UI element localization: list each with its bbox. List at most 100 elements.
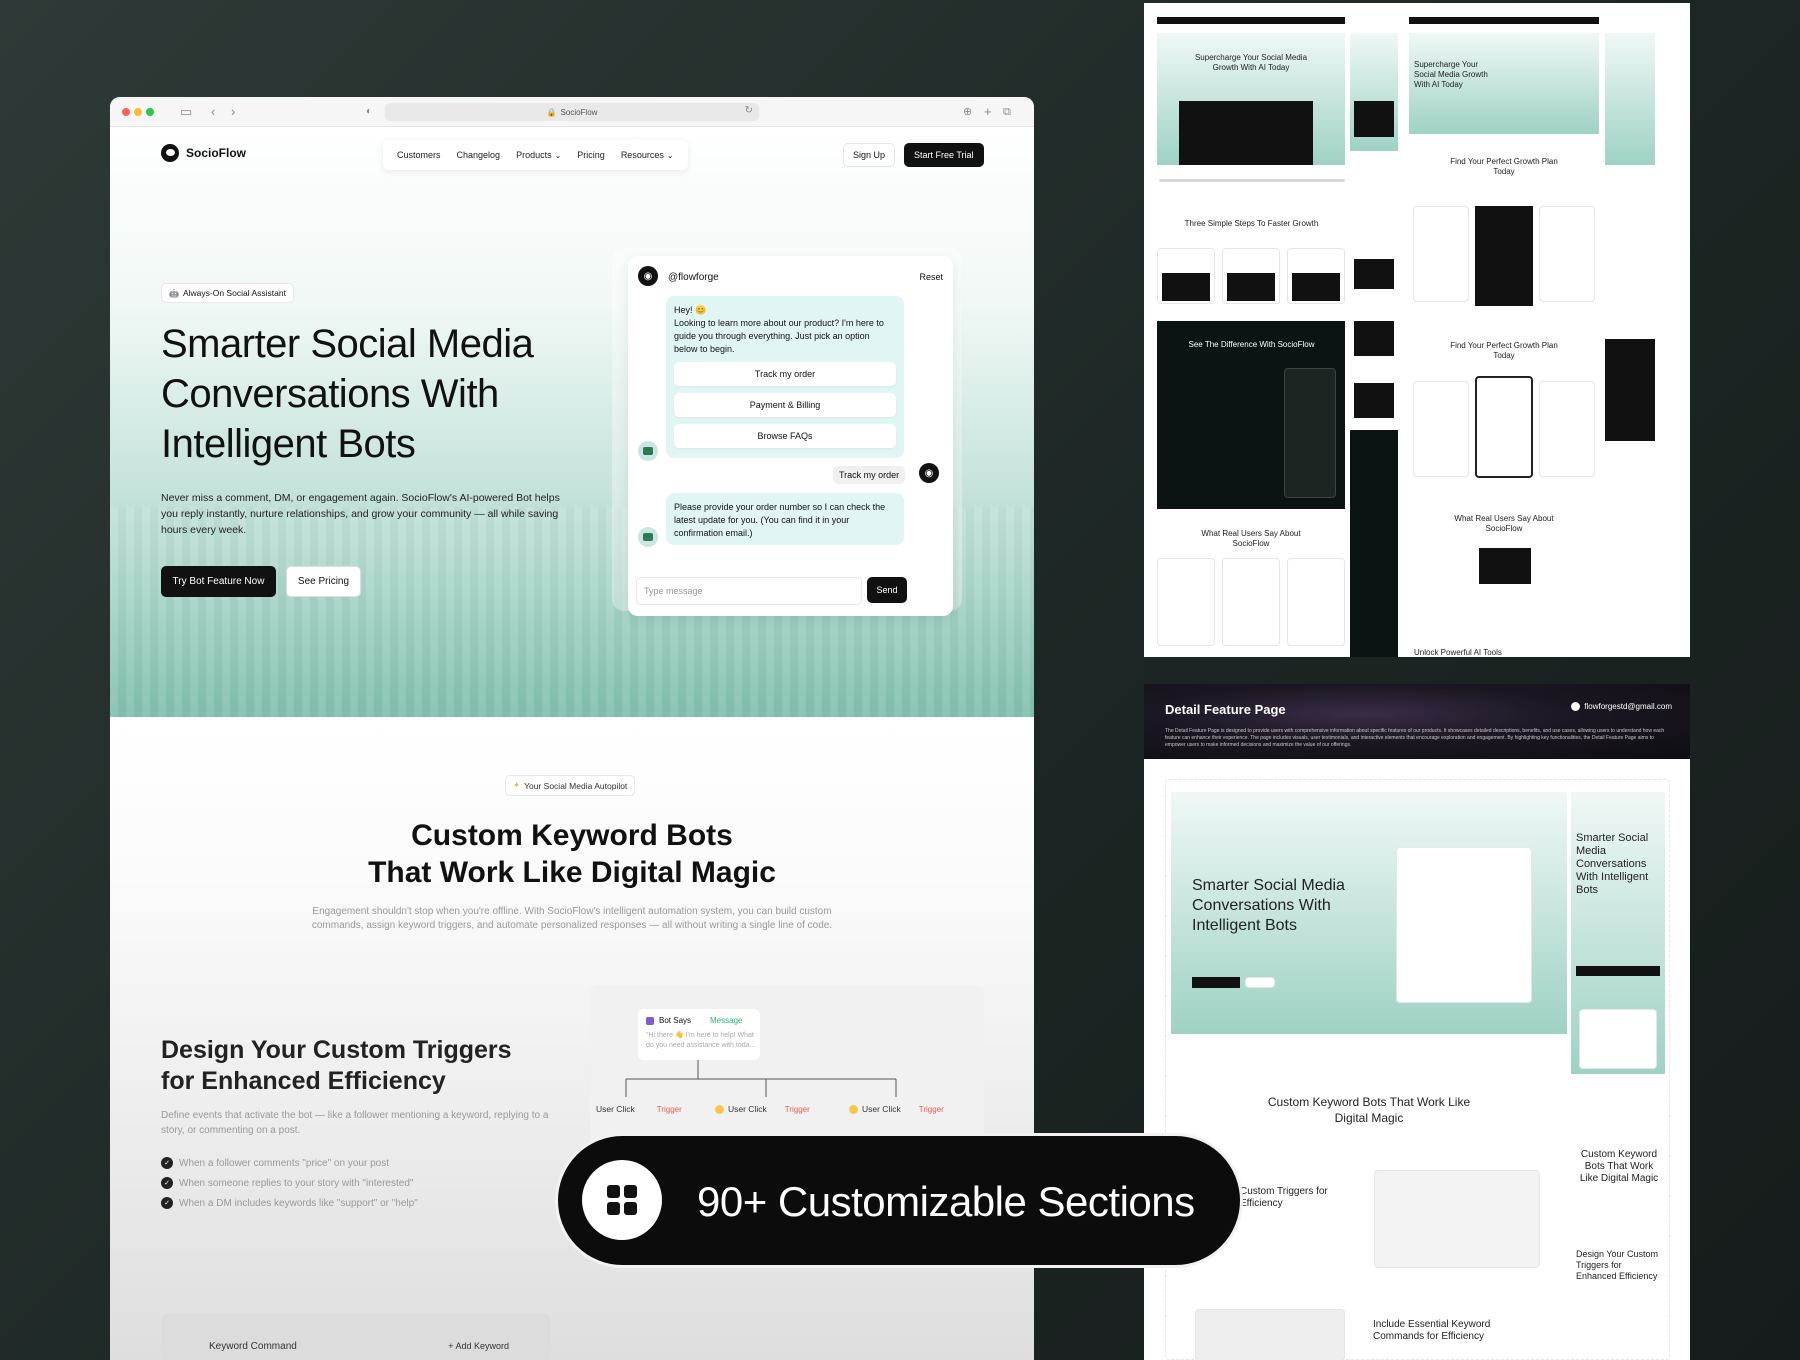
preview-keyword-card: [1195, 1309, 1345, 1360]
try-bot-button[interactable]: Try Bot Feature Now: [161, 566, 276, 597]
close-window-button[interactable]: [122, 108, 130, 116]
nav-link-resources[interactable]: Resources ⌄: [621, 150, 674, 160]
thumb-tools-title: Unlock Powerful AI Tools: [1414, 648, 1502, 657]
maximize-window-button[interactable]: [146, 108, 154, 116]
url-text: SocioFlow: [560, 107, 598, 117]
start-trial-button[interactable]: Start Free Trial: [904, 143, 984, 167]
flow-node[interactable]: User Click Trigger: [849, 1104, 944, 1114]
triggers-description: Define events that activate the bot — li…: [161, 1110, 549, 1136]
comparison-column: [1284, 368, 1336, 498]
chat-widget-frame: ◉ @flowforge Reset Hey! 😊 Looking to lea…: [612, 248, 962, 616]
detail-header: Detail Feature Page flowforgestd@gmail.c…: [1144, 684, 1690, 759]
banner-text: 90+ Customizable Sections: [697, 1178, 1195, 1225]
thumb-steps-title: Three Simple Steps To Faster Growth: [1184, 219, 1319, 228]
logo-icon: [161, 144, 179, 162]
user-avatar: ◉: [919, 463, 939, 483]
chat-reset-button[interactable]: Reset: [919, 272, 943, 282]
user-icon: [715, 1104, 724, 1114]
trigger-tag: Trigger: [918, 1104, 944, 1114]
check-icon: ✓: [161, 1157, 173, 1169]
option-track-order[interactable]: Track my order: [674, 362, 896, 386]
nav-link-products-label: Products: [516, 150, 552, 160]
preview-mobile-triggers: Design Your Custom Triggers for Enhanced…: [1576, 1249, 1659, 1281]
preview-hero-title: Smarter Social Media Conversations With …: [1192, 877, 1345, 934]
autopilot-badge: ✦ Your Social Media Autopilot: [505, 775, 636, 796]
back-icon[interactable]: ‹: [211, 103, 215, 121]
signup-button[interactable]: Sign Up: [843, 143, 896, 167]
grid-icon: [607, 1185, 637, 1215]
testimonial-featured: [1479, 548, 1531, 584]
preview-essential-title: Include Essential Keyword Commands for E…: [1373, 1319, 1491, 1342]
pricing-card: [1539, 206, 1595, 302]
chevron-down-icon: ⌄: [554, 151, 562, 160]
nav-link-pricing[interactable]: Pricing: [577, 150, 605, 160]
thumb-users-title-2: What Real Users Say About SocioFlow: [1454, 514, 1554, 533]
testimonial-card: [1287, 558, 1345, 646]
flow-node-label: User Click: [728, 1104, 767, 1114]
chat-handle: @flowforge: [668, 272, 719, 283]
preview-mobile-kw-title: Custom Keyword Bots That Work Like Digit…: [1579, 1149, 1659, 1184]
nav-logo[interactable]: SocioFlow: [161, 144, 246, 162]
contact-email-text: flowforgestd@gmail.com: [1584, 702, 1672, 711]
lock-icon: 🔒: [546, 107, 557, 117]
contact-email[interactable]: flowforgestd@gmail.com: [1571, 702, 1672, 711]
see-pricing-button[interactable]: See Pricing: [286, 566, 361, 597]
check-item: ✓ When a DM includes keywords like "suppo…: [161, 1197, 418, 1209]
new-tab-icon[interactable]: +: [984, 103, 992, 121]
chat-send-button[interactable]: Send: [867, 577, 907, 603]
flow-connectors: [625, 1060, 897, 1097]
logo-text: SocioFlow: [186, 146, 246, 160]
thumb-users-title: What Real Users Say About SocioFlow: [1201, 529, 1301, 548]
logo-strip: [1159, 179, 1345, 182]
check-item-label: When a DM includes keywords like "suppor…: [179, 1197, 418, 1209]
trigger-tag: Trigger: [784, 1104, 810, 1114]
hero-description: Never miss a comment, DM, or engagement …: [161, 492, 560, 536]
trigger-flow-diagram: Bot Says Message "Hi there 👋 I'm here to…: [590, 985, 984, 1155]
chevron-down-icon: ⌄: [666, 151, 674, 160]
nav-link-customers[interactable]: Customers: [397, 150, 441, 160]
option-browse-faqs[interactable]: Browse FAQs: [674, 424, 896, 448]
tabs-overview-icon[interactable]: ⧉: [1003, 103, 1011, 121]
forward-icon[interactable]: ›: [231, 103, 235, 121]
shield-icon[interactable]: ◐: [366, 103, 372, 121]
thumb-mobile-hero-v2: [1605, 33, 1655, 165]
hero-title: Smarter Social Media Conversations With …: [161, 322, 534, 466]
url-bar[interactable]: 🔒 SocioFlow ↻: [385, 103, 759, 121]
nav-link-products[interactable]: Products ⌄: [516, 150, 561, 160]
account-avatar: ◉: [638, 266, 658, 286]
user-message: Track my order: [833, 466, 906, 484]
reload-icon[interactable]: ↻: [745, 105, 753, 116]
preview-cta: [1192, 977, 1240, 988]
add-keyword-button[interactable]: + Add Keyword: [448, 1341, 509, 1351]
thumb-difference-title: See The Difference With SocioFlow: [1188, 340, 1315, 349]
pricing-card-featured: [1475, 206, 1533, 306]
step-card-visual: [1227, 273, 1275, 301]
bot-greeting-bubble: Hey! 😊 Looking to learn more about our p…: [666, 296, 904, 458]
option-payment-billing[interactable]: Payment & Billing: [674, 393, 896, 417]
section-title: Custom Keyword Bots That Work Like Digit…: [110, 817, 1034, 891]
flow-node[interactable]: User Click Trigger: [596, 1104, 682, 1114]
pricing-card: [1539, 381, 1595, 477]
flow-node[interactable]: User Click Trigger: [715, 1104, 810, 1114]
assistant-icon: 🤖: [169, 288, 179, 298]
chat-message-input[interactable]: Type message: [636, 577, 862, 605]
logo-icon: [1571, 702, 1581, 711]
nav-link-changelog[interactable]: Changelog: [457, 150, 501, 160]
thumb-mobile-visual: [1354, 259, 1394, 289]
check-icon: ✓: [161, 1197, 173, 1209]
sparkle-icon: ✦: [513, 780, 521, 790]
section-description: Engagement shouldn't stop when you're of…: [311, 906, 833, 931]
download-icon[interactable]: ⊕: [963, 103, 972, 121]
chat-widget: ◉ @flowforge Reset Hey! 😊 Looking to lea…: [628, 256, 953, 616]
sidebar-icon[interactable]: ▭: [180, 103, 192, 121]
nav-link-resources-label: Resources: [620, 150, 664, 160]
thumb-mobile-visual: [1354, 101, 1394, 137]
greeting-text: Looking to learn more about our product?…: [674, 318, 884, 354]
detail-description: The Detail Feature Page is designed to p…: [1165, 728, 1665, 748]
hero-section: SocioFlow Customers Changelog Products ⌄ …: [110, 127, 1034, 717]
minimize-window-button[interactable]: [134, 108, 142, 116]
autopilot-badge-label: Your Social Media Autopilot: [524, 780, 628, 791]
browser-toolbar: ▭ ‹ › ◐ 🔒 SocioFlow ↻ ⊕ + ⧉: [110, 97, 1034, 127]
greeting-line: Hey! 😊: [674, 305, 707, 315]
thumb-pricing-title-2: Find Your Perfect Growth Plan Today: [1450, 341, 1558, 360]
